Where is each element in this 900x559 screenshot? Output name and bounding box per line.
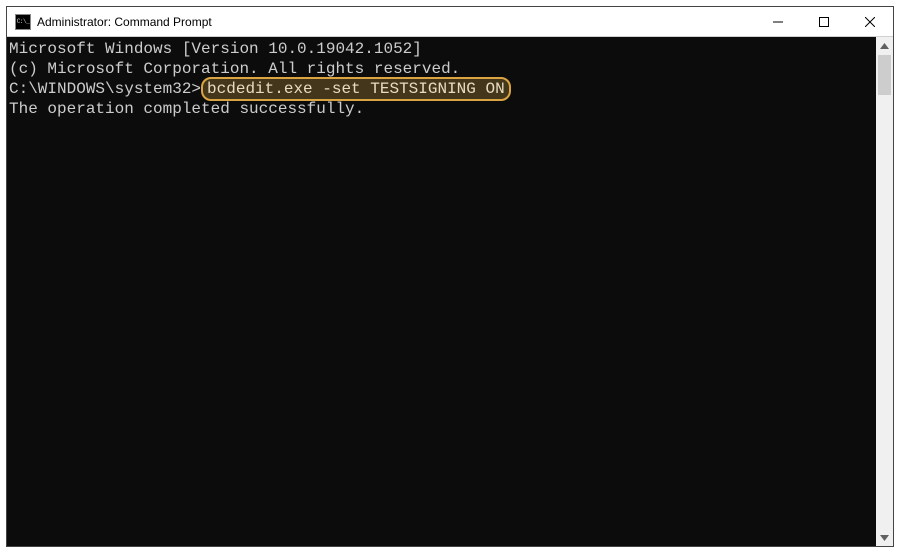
maximize-button[interactable] bbox=[801, 7, 847, 36]
scroll-up-button[interactable] bbox=[876, 37, 893, 54]
scroll-thumb[interactable] bbox=[878, 55, 891, 95]
prompt-text: C:\WINDOWS\system32> bbox=[9, 80, 201, 98]
console-line: (c) Microsoft Corporation. All rights re… bbox=[9, 59, 874, 79]
titlebar[interactable]: Administrator: Command Prompt bbox=[7, 7, 893, 37]
window-title: Administrator: Command Prompt bbox=[37, 15, 755, 29]
console-line: Microsoft Windows [Version 10.0.19042.10… bbox=[9, 39, 874, 59]
command-prompt-window: Administrator: Command Prompt Microsoft … bbox=[6, 6, 894, 547]
console-line: C:\WINDOWS\system32>bcdedit.exe -set TES… bbox=[9, 79, 874, 99]
close-button[interactable] bbox=[847, 7, 893, 36]
console-area: Microsoft Windows [Version 10.0.19042.10… bbox=[7, 37, 893, 546]
console-line: The operation completed successfully. bbox=[9, 99, 874, 119]
scroll-down-button[interactable] bbox=[876, 529, 893, 546]
highlighted-command: bcdedit.exe -set TESTSIGNING ON bbox=[201, 77, 511, 101]
minimize-button[interactable] bbox=[755, 7, 801, 36]
window-controls bbox=[755, 7, 893, 36]
console-output[interactable]: Microsoft Windows [Version 10.0.19042.10… bbox=[7, 37, 876, 546]
cmd-icon bbox=[15, 14, 31, 30]
vertical-scrollbar[interactable] bbox=[876, 37, 893, 546]
